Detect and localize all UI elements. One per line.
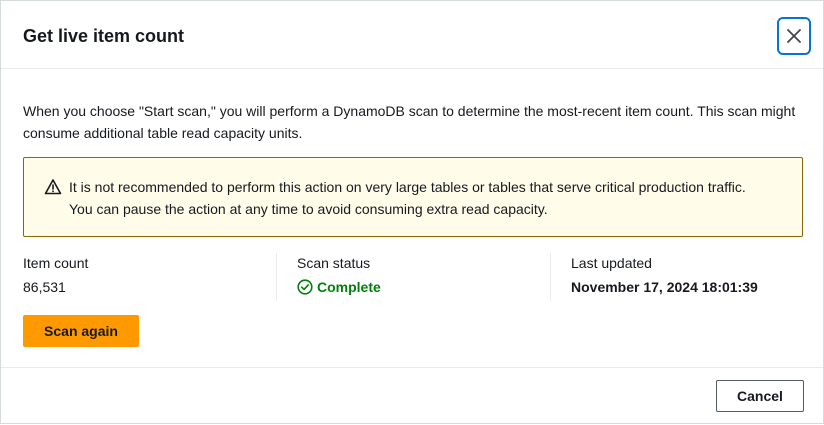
last-updated-label: Last updated [571,255,652,271]
scan-status-stat: Scan status Complete [297,253,547,301]
last-updated-value: November 17, 2024 18:01:39 [571,279,758,295]
close-icon [787,29,801,43]
scan-stats: Item count 86,531 Scan status Complete L… [23,253,803,301]
scan-status-label: Scan status [297,255,371,271]
scan-status-text: Complete [317,279,381,295]
warning-alert: It is not recommended to perform this ac… [23,157,803,237]
check-circle-icon [297,279,313,295]
cancel-button[interactable]: Cancel [716,380,804,412]
modal-description: When you choose "Start scan," you will p… [23,103,796,141]
last-updated-stat: Last updated November 17, 2024 18:01:39 [571,253,803,301]
stat-divider [550,253,551,301]
modal-footer: Cancel [1,367,823,425]
stat-divider [276,253,277,301]
close-button[interactable] [777,17,811,55]
item-count-stat: Item count 86,531 [23,253,273,301]
scan-status-value: Complete [297,277,547,297]
modal-title: Get live item count [23,26,185,46]
item-count-label: Item count [23,255,89,271]
item-count-value: 86,531 [23,279,66,295]
modal-header: Get live item count [1,1,823,69]
live-item-count-modal: Get live item count When you choose "Sta… [0,0,824,424]
warning-alert-text: It is not recommended to perform this ac… [69,179,746,217]
scan-again-button[interactable]: Scan again [23,315,139,347]
warning-icon [44,179,62,195]
